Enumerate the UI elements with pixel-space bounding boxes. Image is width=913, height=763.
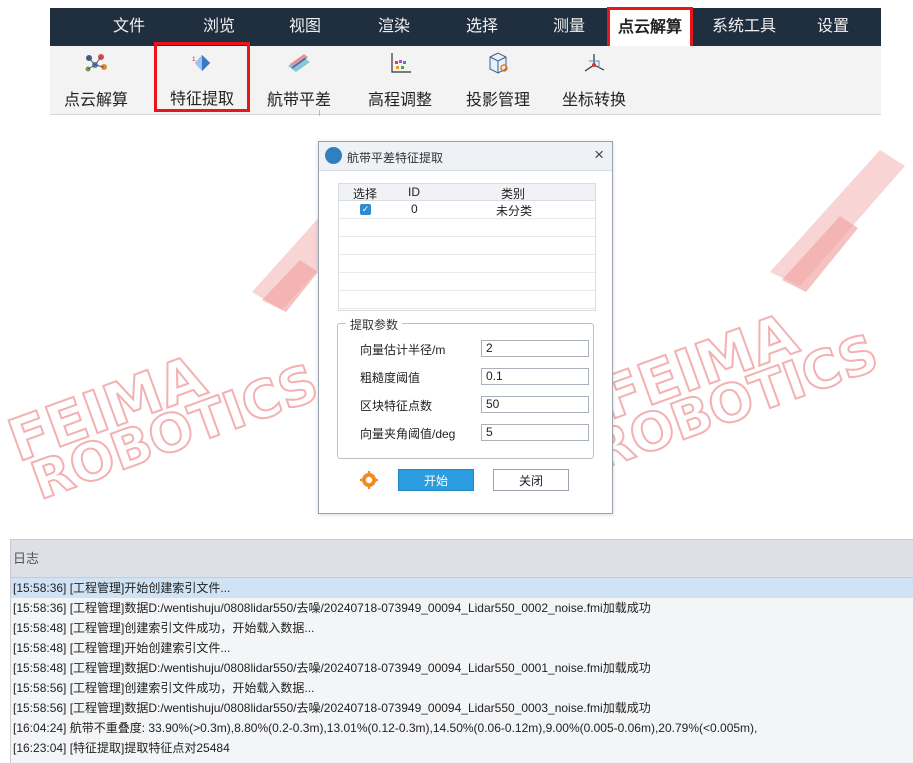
row-checkbox[interactable]: ✓ — [360, 204, 371, 215]
log-line[interactable]: [15:58:36] [工程管理]开始创建索引文件... — [11, 578, 913, 598]
table-header: 选择 ID 类别 — [339, 184, 595, 201]
column-header-id[interactable]: ID — [408, 185, 420, 199]
log-line[interactable]: [15:58:56] [工程管理]数据D:/wentishuju/0808lid… — [11, 698, 913, 718]
tool-point-cloud-solve[interactable]: 点云解算 — [48, 46, 144, 114]
block-points-input[interactable]: 50 — [481, 396, 589, 413]
menu-settings[interactable]: 设置 — [817, 8, 849, 46]
svg-text:1: 1 — [192, 56, 196, 63]
watermark-text-2: ROBOTICS — [24, 353, 326, 512]
menu-pointcloud-solve[interactable]: 点云解算 — [607, 7, 694, 49]
radius-input[interactable]: 2 — [481, 340, 589, 357]
param-label-block-points: 区块特征点数 — [360, 399, 433, 413]
dialog-title-bar[interactable]: 航带平差特征提取 × — [319, 142, 612, 171]
close-icon[interactable]: × — [594, 145, 604, 165]
category-table: 选择 ID 类别 ✓ 0 未分类 — [338, 183, 596, 311]
angle-input[interactable]: 5 — [481, 424, 589, 441]
tool-strip-adjust[interactable]: 航带平差 — [251, 46, 347, 114]
log-line[interactable]: [15:58:48] [工程管理]开始创建索引文件... — [11, 638, 913, 658]
row-id: 0 — [411, 202, 418, 216]
dialog-title: 航带平差特征提取 — [347, 151, 444, 165]
menu-select[interactable]: 选择 — [466, 8, 498, 46]
log-line[interactable]: [15:58:48] [工程管理]创建索引文件成功，开始载入数据... — [11, 618, 913, 638]
extract-params-group: 提取参数 向量估计半径/m 2 粗糙度阈值 0.1 区块特征点数 50 向量夹角… — [337, 316, 594, 459]
strip-adjust-icon — [288, 54, 310, 72]
close-button[interactable]: 关闭 — [493, 469, 569, 491]
app-logo-icon — [325, 147, 342, 164]
tool-elevation-adjust[interactable]: 高程调整 — [352, 46, 448, 114]
watermark-text-1: FEIMA — [0, 342, 214, 476]
log-panel: 日志 [15:58:36] [工程管理]开始创建索引文件... [15:58:3… — [10, 539, 913, 763]
menu-view[interactable]: 视图 — [289, 8, 321, 46]
menu-bar: 文件 浏览 视图 渲染 选择 测量 点云解算 系统工具 设置 — [50, 7, 881, 49]
menu-render[interactable]: 渲染 — [378, 8, 410, 46]
empty-row — [339, 255, 595, 273]
table-row[interactable]: ✓ 0 未分类 — [339, 201, 595, 219]
empty-row — [339, 237, 595, 255]
column-header-category[interactable]: 类别 — [501, 185, 525, 202]
params-legend: 提取参数 — [346, 316, 403, 333]
gear-icon[interactable] — [360, 471, 378, 489]
tool-label: 特征提取 — [169, 91, 234, 108]
log-title: 日志 — [11, 540, 913, 578]
empty-row — [339, 219, 595, 237]
toolbar: 点云解算 1 特征提取 航带平差 高程调整 投影管理 坐标转换 — [48, 42, 881, 116]
menu-measure[interactable]: 测量 — [553, 8, 585, 46]
tool-label: 投影管理 — [465, 92, 530, 109]
empty-row — [339, 291, 595, 309]
param-label-roughness: 粗糙度阈值 — [360, 371, 421, 385]
tool-label: 航带平差 — [266, 92, 331, 109]
elevation-adjust-icon — [391, 53, 411, 73]
tool-label: 坐标转换 — [561, 92, 626, 109]
tool-feature-extract[interactable]: 1 特征提取 — [154, 42, 250, 112]
log-line[interactable]: [15:58:56] [工程管理]创建索引文件成功，开始载入数据... — [11, 678, 913, 698]
log-line[interactable]: [16:04:24] 航带不重叠度: 33.90%(>0.3m),8.80%(0… — [11, 718, 913, 738]
coordinate-convert-icon — [584, 54, 605, 72]
start-button[interactable]: 开始 — [398, 469, 474, 491]
log-line[interactable]: [15:58:48] [工程管理]数据D:/wentishuju/0808lid… — [11, 658, 913, 678]
menu-system-tools[interactable]: 系统工具 — [712, 8, 776, 46]
log-line[interactable]: [15:58:36] [工程管理]数据D:/wentishuju/0808lid… — [11, 598, 913, 618]
tool-projection-manage[interactable]: 投影管理 — [450, 46, 546, 114]
empty-row — [339, 273, 595, 291]
menu-file[interactable]: 文件 — [113, 8, 145, 46]
roughness-input[interactable]: 0.1 — [481, 368, 589, 385]
projection-manage-icon — [489, 52, 508, 74]
point-cloud-solve-icon — [85, 54, 107, 72]
watermark-text-4: ROBOTICS — [584, 323, 886, 482]
toolbar-divider — [319, 110, 320, 116]
feature-extract-icon: 1 — [192, 54, 211, 72]
menu-browse[interactable]: 浏览 — [203, 8, 235, 46]
tool-label: 高程调整 — [367, 92, 432, 109]
log-line[interactable]: [16:23:04] [特征提取]提取特征点对25484 — [11, 738, 913, 758]
column-header-select[interactable]: 选择 — [353, 185, 377, 202]
param-label-radius: 向量估计半径/m — [360, 343, 446, 357]
row-category: 未分类 — [496, 204, 533, 218]
tool-label: 点云解算 — [63, 92, 128, 109]
feature-extract-dialog: 航带平差特征提取 × 选择 ID 类别 ✓ 0 未分类 提取参数 向量估计半径/… — [318, 141, 613, 514]
param-label-angle: 向量夹角阈值/deg — [360, 427, 456, 441]
watermark-text-3: FEIMA — [592, 300, 807, 434]
tool-coordinate-convert[interactable]: 坐标转换 — [546, 46, 642, 114]
